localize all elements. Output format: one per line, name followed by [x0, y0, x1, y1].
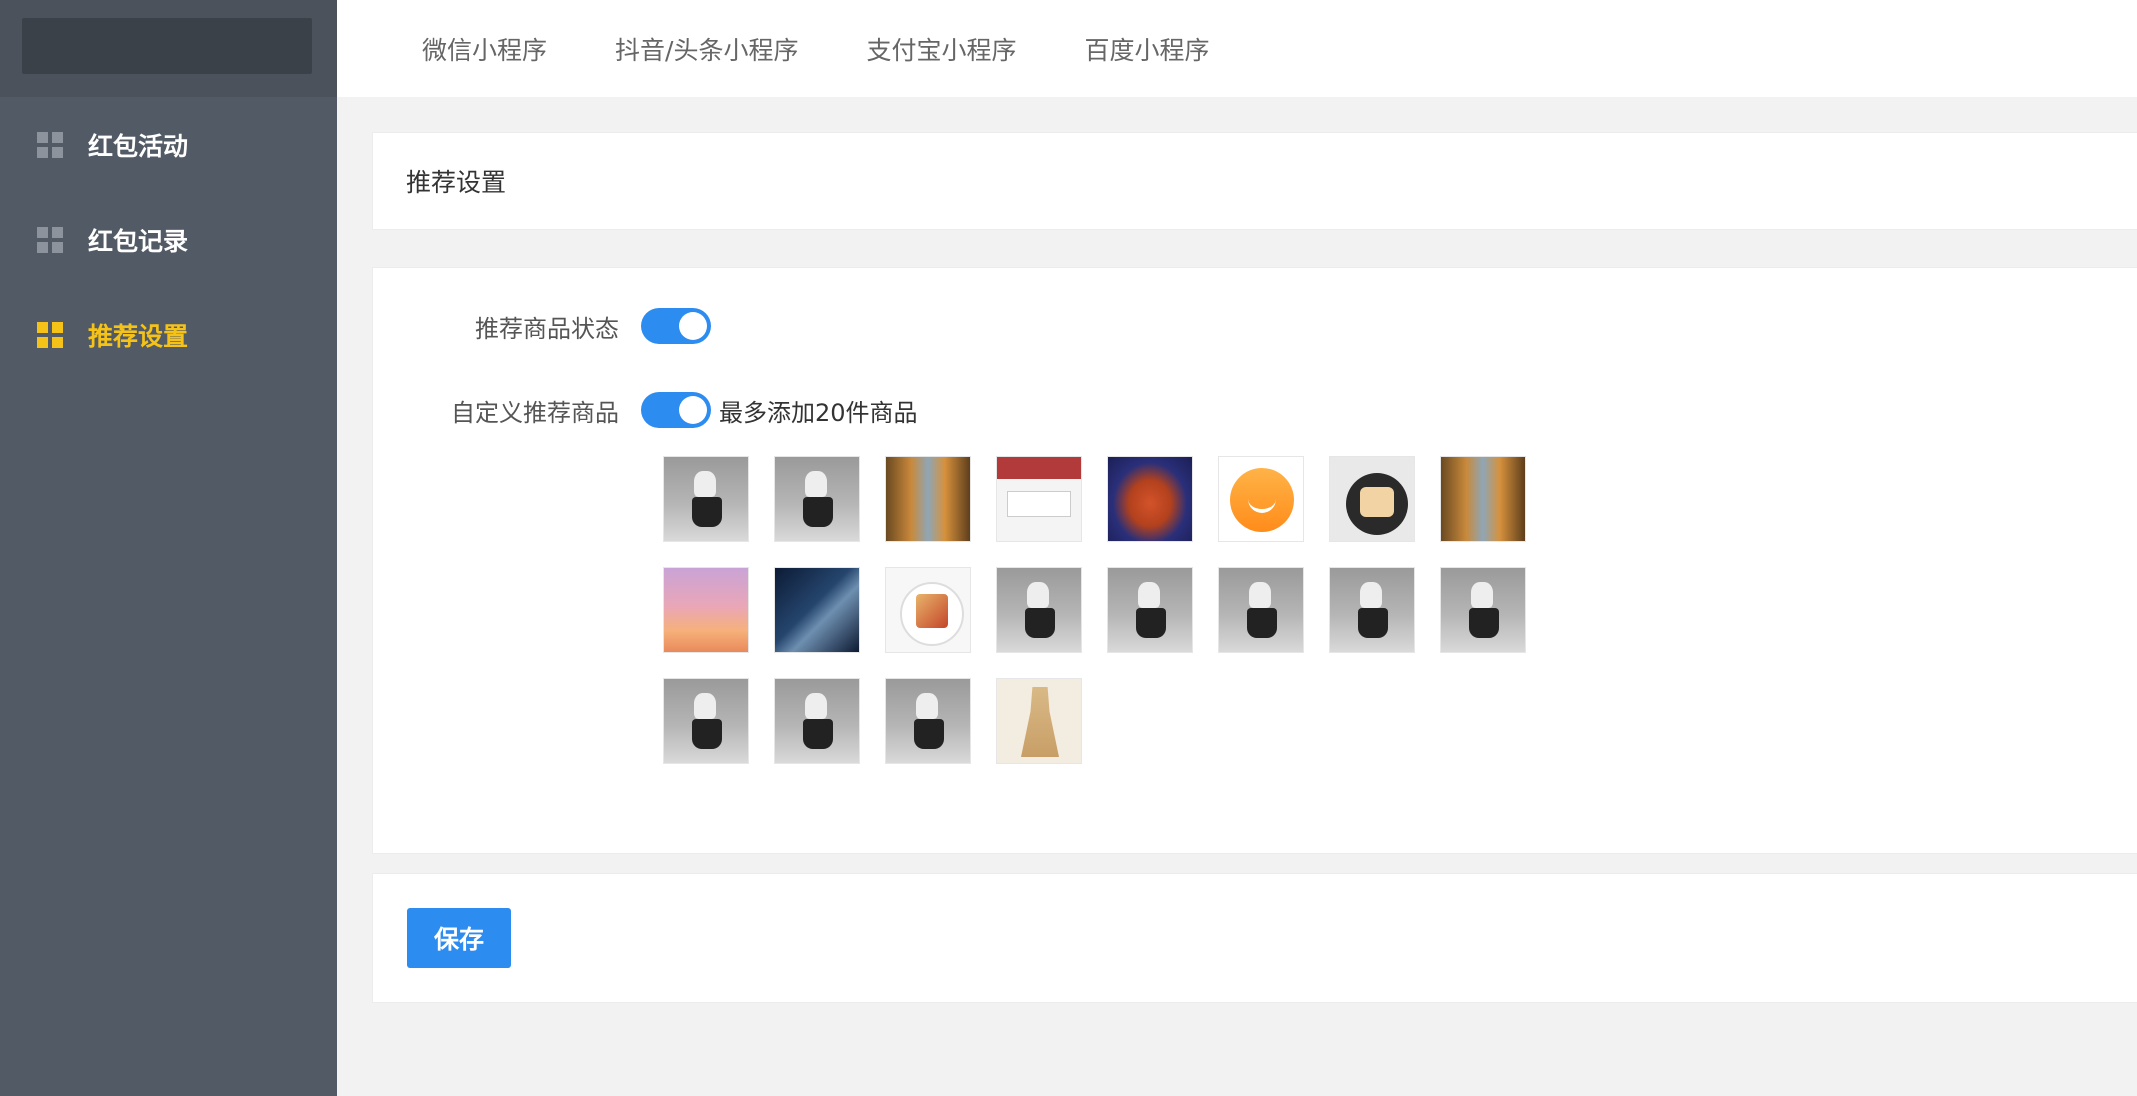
sidebar-item-label: 红包活动: [88, 131, 189, 161]
sidebar: 红包活动 红包记录 推荐设置: [0, 0, 337, 1096]
grid-icon: [37, 131, 63, 158]
sidebar-item-recommend-settings[interactable]: 推荐设置: [0, 287, 337, 382]
sidebar-item-red-packet-activity[interactable]: 红包活动: [0, 97, 337, 192]
section-title: 推荐设置: [406, 168, 507, 197]
save-button[interactable]: 保存: [407, 908, 511, 968]
sidebar-header: [0, 0, 337, 97]
product-thumbnail[interactable]: [885, 567, 971, 653]
product-thumbnail[interactable]: [1107, 567, 1193, 653]
grid-icon: [37, 321, 63, 348]
tab-alipay-miniprogram[interactable]: 支付宝小程序: [866, 31, 1016, 67]
custom-products-label: 自定义推荐商品: [451, 398, 619, 427]
product-thumbnail[interactable]: [1107, 456, 1193, 542]
product-thumbnail[interactable]: [663, 567, 749, 653]
product-thumbnail[interactable]: [1218, 567, 1304, 653]
logo-placeholder: [22, 18, 312, 74]
toggle-knob: [679, 312, 707, 340]
sidebar-item-label: 推荐设置: [88, 321, 189, 351]
tab-wechat-miniprogram[interactable]: 微信小程序: [422, 31, 547, 67]
product-thumbnail[interactable]: [996, 567, 1082, 653]
custom-products-toggle[interactable]: [641, 392, 711, 428]
product-thumbnail[interactable]: [1218, 456, 1304, 542]
product-thumbnail-grid: [663, 456, 1563, 764]
custom-products-hint: 最多添加20件商品: [719, 398, 918, 427]
product-thumbnail[interactable]: [774, 567, 860, 653]
platform-tabs: 微信小程序 抖音/头条小程序 支付宝小程序 百度小程序: [337, 0, 2137, 97]
status-toggle[interactable]: [641, 308, 711, 344]
product-thumbnail[interactable]: [885, 678, 971, 764]
tab-baidu-miniprogram[interactable]: 百度小程序: [1084, 31, 1209, 67]
product-thumbnail[interactable]: [774, 678, 860, 764]
sidebar-item-red-packet-records[interactable]: 红包记录: [0, 192, 337, 287]
product-thumbnail[interactable]: [1440, 567, 1526, 653]
product-thumbnail[interactable]: [1329, 456, 1415, 542]
status-label: 推荐商品状态: [475, 314, 619, 343]
form-row-custom: 自定义推荐商品 最多添加20件商品: [373, 392, 918, 428]
form-row-status: 推荐商品状态: [373, 308, 711, 344]
tab-douyin-toutiao-miniprogram[interactable]: 抖音/头条小程序: [615, 31, 798, 67]
product-thumbnail[interactable]: [663, 456, 749, 542]
product-thumbnail[interactable]: [996, 456, 1082, 542]
toggle-knob: [679, 396, 707, 424]
product-thumbnail[interactable]: [996, 678, 1082, 764]
product-thumbnail[interactable]: [1440, 456, 1526, 542]
save-bar: 保存: [372, 873, 2137, 1003]
grid-icon: [37, 226, 63, 253]
product-thumbnail[interactable]: [885, 456, 971, 542]
product-thumbnail[interactable]: [1329, 567, 1415, 653]
product-thumbnail[interactable]: [774, 456, 860, 542]
recommend-settings-form: 推荐商品状态 自定义推荐商品 最多添加20件商品: [372, 267, 2137, 854]
section-header: 推荐设置: [372, 132, 2137, 230]
product-thumbnail[interactable]: [663, 678, 749, 764]
sidebar-item-label: 红包记录: [88, 226, 189, 256]
